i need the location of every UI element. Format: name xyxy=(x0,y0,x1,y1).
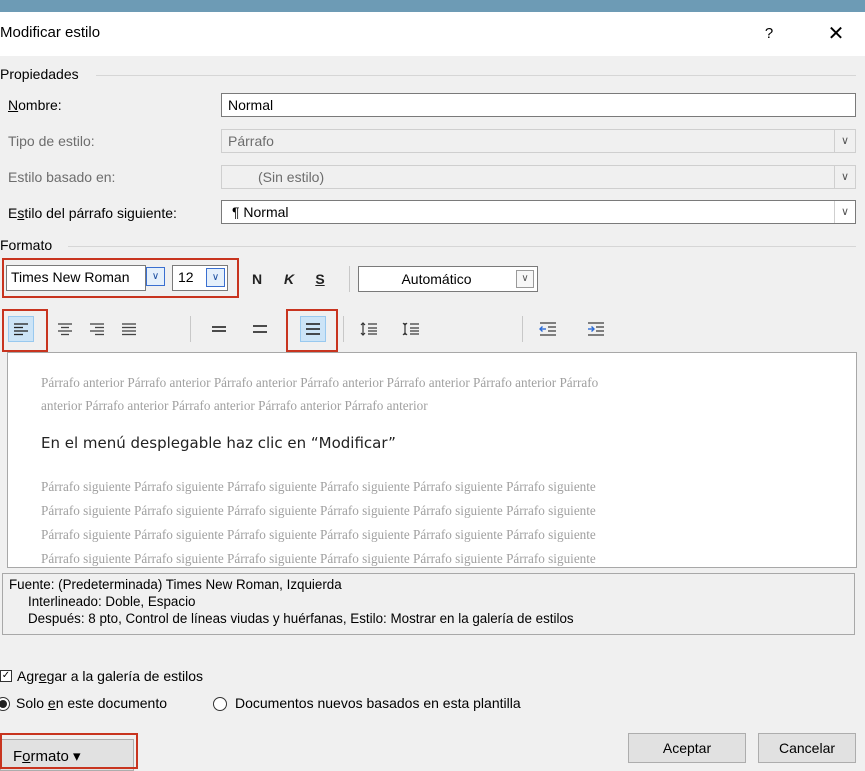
estilo-siguiente-label: Estilo del párrafo siguiente: xyxy=(8,205,177,221)
chevron-down-icon: ∨ xyxy=(834,130,855,152)
decrease-indent-icon xyxy=(539,322,556,336)
description-line: Después: 8 pto, Control de líneas viudas… xyxy=(28,611,574,626)
align-justify-icon xyxy=(122,323,136,336)
solo-documento-radio[interactable] xyxy=(0,697,10,711)
section-properties-label: Propiedades xyxy=(0,66,79,82)
single-spacing-icon xyxy=(212,326,226,332)
title-bar xyxy=(0,12,865,56)
decrease-indent-button[interactable] xyxy=(535,316,561,342)
decrease-paragraph-spacing-button[interactable] xyxy=(398,316,424,342)
align-center-button[interactable] xyxy=(52,316,78,342)
preview-previous-line: anterior Párrafo anterior Párrafo anteri… xyxy=(41,398,428,413)
single-spacing-button[interactable] xyxy=(206,316,232,342)
tipo-estilo-value: Párrafo xyxy=(228,133,274,149)
help-button[interactable]: ? xyxy=(755,20,783,48)
highlight-font-controls xyxy=(2,258,239,298)
estilo-siguiente-value: ¶ Normal xyxy=(232,204,289,220)
estilo-basado-select[interactable]: (Sin estilo) ∨ xyxy=(221,165,856,189)
nuevos-documentos-radio[interactable] xyxy=(213,697,227,711)
nombre-label: Nombre: xyxy=(8,97,62,113)
nuevos-documentos-label: Documentos nuevos basados en esta planti… xyxy=(235,695,521,711)
style-description: Fuente: (Predeterminada) Times New Roman… xyxy=(2,573,855,635)
chevron-down-icon: ∨ xyxy=(834,166,855,188)
chevron-down-icon: ∨ xyxy=(834,201,855,223)
cancelar-button[interactable]: Cancelar xyxy=(758,733,856,763)
preview-previous-line: Párrafo anterior Párrafo anterior Párraf… xyxy=(41,375,599,390)
preview-sample-text: En el menú desplegable haz clic en “Modi… xyxy=(41,434,396,452)
section-format-label: Formato xyxy=(0,237,53,253)
align-right-icon xyxy=(90,323,104,336)
bold-button[interactable]: N xyxy=(246,268,268,290)
increase-paragraph-spacing-button[interactable] xyxy=(356,316,382,342)
tipo-estilo-label: Tipo de estilo: xyxy=(8,133,95,149)
one-and-half-spacing-button[interactable] xyxy=(247,316,273,342)
font-color-select[interactable]: Automático ∨ xyxy=(358,266,538,292)
increase-indent-button[interactable] xyxy=(583,316,609,342)
section-divider xyxy=(68,246,856,247)
estilo-basado-value: (Sin estilo) xyxy=(258,169,325,185)
highlight-formato-button xyxy=(0,733,138,769)
add-to-gallery-checkbox[interactable]: ✓ xyxy=(0,670,12,682)
toolbar-separator xyxy=(522,316,523,342)
align-center-icon xyxy=(58,323,72,336)
increase-indent-icon xyxy=(588,322,604,336)
section-divider xyxy=(96,75,856,76)
one-and-half-spacing-icon xyxy=(253,325,267,333)
dialog-title: Modificar estilo xyxy=(0,24,101,41)
font-color-value: Automático xyxy=(401,271,472,287)
align-justify-button[interactable] xyxy=(116,316,142,342)
preview-following-line: Párrafo siguiente Párrafo siguiente Párr… xyxy=(41,551,596,566)
toolbar-separator xyxy=(190,316,191,342)
window-top-strip xyxy=(0,0,865,12)
preview-following-line: Párrafo siguiente Párrafo siguiente Párr… xyxy=(41,479,596,494)
add-to-gallery-label: Agregar a la galería de estilos xyxy=(17,668,204,684)
estilo-siguiente-select[interactable]: ¶ Normal ∨ xyxy=(221,200,856,224)
underline-button[interactable]: S xyxy=(309,268,331,290)
estilo-basado-label: Estilo basado en: xyxy=(8,169,116,185)
increase-paragraph-spacing-icon xyxy=(360,322,377,336)
italic-button[interactable]: K xyxy=(278,268,300,290)
chevron-down-icon: ∨ xyxy=(516,270,534,288)
align-right-button[interactable] xyxy=(84,316,110,342)
tipo-estilo-select[interactable]: Párrafo ∨ xyxy=(221,129,856,153)
description-line: Interlineado: Doble, Espacio xyxy=(28,594,196,609)
description-line: Fuente: (Predeterminada) Times New Roman… xyxy=(9,577,342,592)
highlight-align-left xyxy=(2,309,48,352)
nombre-input[interactable]: Normal xyxy=(221,93,856,117)
style-preview: Párrafo anterior Párrafo anterior Párraf… xyxy=(7,352,857,568)
solo-documento-label: Solo en este documento xyxy=(16,695,168,711)
toolbar-separator xyxy=(349,266,350,292)
preview-following-line: Párrafo siguiente Párrafo siguiente Párr… xyxy=(41,503,596,518)
close-button[interactable]: ✕ xyxy=(822,20,850,48)
preview-following-line: Párrafo siguiente Párrafo siguiente Párr… xyxy=(41,527,596,542)
toolbar-separator xyxy=(343,316,344,342)
aceptar-button[interactable]: Aceptar xyxy=(628,733,746,763)
decrease-paragraph-spacing-icon xyxy=(402,322,419,336)
highlight-double-spacing xyxy=(286,309,338,352)
